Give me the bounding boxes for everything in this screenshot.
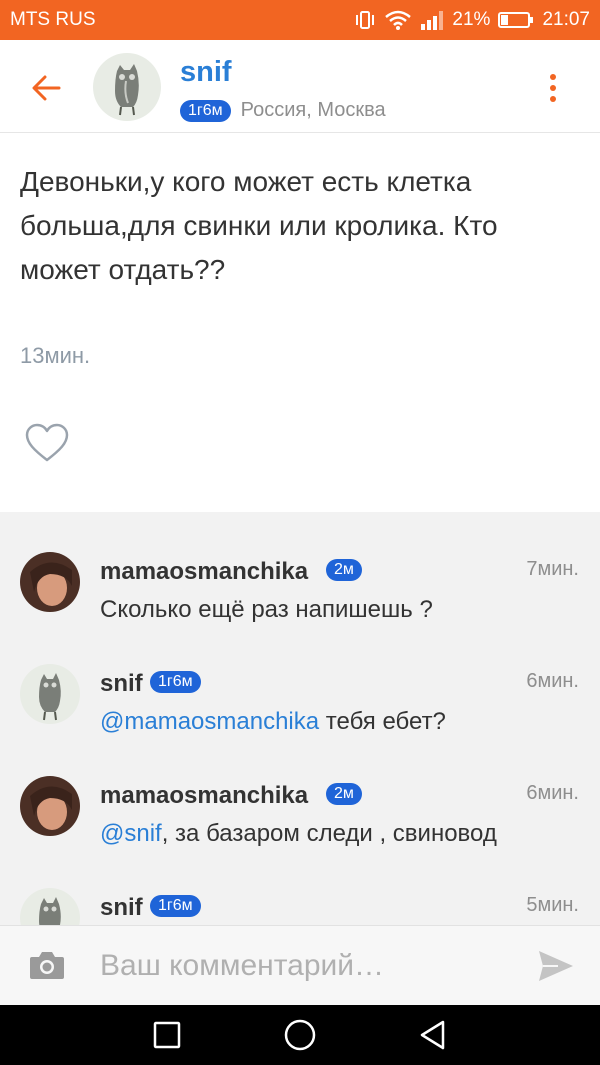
commenter-badge: 2м [326, 783, 362, 805]
owl-icon [39, 673, 61, 721]
carrier-label: MTS RUS [10, 9, 96, 30]
comment-time: 5мин. [526, 894, 579, 916]
author-location: Россия, Москва [240, 99, 386, 121]
comment-body: , за базаром следи , свиновод [161, 820, 497, 847]
recent-apps-button[interactable] [150, 1018, 184, 1052]
author-avatar[interactable] [93, 53, 161, 121]
post-header: snif 1г6м Россия, Москва [0, 40, 600, 133]
author-meta: 1г6м Россия, Москва [180, 99, 386, 122]
post-time: 13мин. [20, 343, 91, 368]
camera-button[interactable] [28, 948, 66, 982]
battery-percent: 21% [452, 9, 491, 30]
comment-mention[interactable]: @snif [100, 820, 162, 847]
circle-icon [284, 1019, 316, 1051]
comment-body: Сколько ещё раз напишешь ? [100, 596, 433, 623]
commenter-badge: 1г6м [150, 671, 201, 693]
square-icon [153, 1021, 181, 1049]
system-nav-bar [0, 1005, 600, 1065]
comment-text: @mamaosmanchika тебя ебет? [100, 708, 446, 736]
commenter-name[interactable]: mamaosmanchika [100, 782, 308, 810]
comment-item: mamaosmanchika 2м 6мин. @snif, за базаро… [0, 776, 600, 876]
like-button[interactable] [24, 422, 70, 464]
battery-icon [498, 11, 534, 29]
back-nav-button[interactable] [416, 1018, 450, 1052]
commenter-avatar[interactable] [20, 552, 80, 612]
post-text: Девоньки,у кого может есть клетка больша… [20, 166, 498, 285]
commenter-badge: 1г6м [150, 895, 201, 917]
comment-input[interactable] [100, 944, 510, 988]
owl-icon [115, 64, 139, 116]
commenter-name[interactable]: snif [100, 670, 143, 698]
camera-icon [30, 952, 64, 979]
send-button[interactable] [536, 948, 576, 984]
comment-item: mamaosmanchika 2м 7мин. Сколько ещё раз … [0, 552, 600, 652]
triangle-back-icon [420, 1020, 445, 1050]
back-button[interactable] [28, 70, 64, 106]
user-photo-icon [20, 552, 80, 612]
status-icons: 21% 21:07 [354, 8, 590, 32]
comment-text: @snif, за базаром следи , свиновод [100, 820, 497, 848]
commenter-name[interactable]: snif [100, 894, 143, 922]
user-photo-icon [20, 776, 80, 836]
comments-list: mamaosmanchika 2м 7мин. Сколько ещё раз … [0, 512, 600, 925]
commenter-avatar[interactable] [20, 776, 80, 836]
comment-item: snif 1г6м 6мин. @mamaosmanchika тебя ебе… [0, 664, 600, 764]
commenter-avatar[interactable] [20, 888, 80, 925]
home-button[interactable] [283, 1018, 317, 1052]
comment-body: тебя ебет? [319, 708, 446, 735]
comment-time: 6мин. [526, 782, 579, 804]
status-bar: MTS RUS 21% 21:07 [0, 0, 600, 40]
commenter-name[interactable]: mamaosmanchika [100, 558, 308, 586]
comment-time: 6мин. [526, 670, 579, 692]
send-icon [539, 951, 573, 981]
owl-icon [39, 897, 61, 925]
author-badge: 1г6м [180, 99, 231, 122]
author-name[interactable]: snif [180, 56, 232, 89]
comment-text: Сколько ещё раз напишешь ? [100, 596, 433, 624]
comment-time: 7мин. [526, 558, 579, 580]
commenter-avatar[interactable] [20, 664, 80, 724]
clock: 21:07 [542, 9, 590, 30]
commenter-badge: 2м [326, 559, 362, 581]
wifi-icon [384, 10, 412, 30]
more-menu-button[interactable] [540, 70, 566, 106]
heart-outline-icon [25, 423, 69, 462]
comment-item: snif 1г6м 5мин. [0, 888, 600, 925]
comment-mention[interactable]: @mamaosmanchika [100, 708, 319, 735]
arrow-left-icon [32, 75, 61, 101]
more-vertical-icon [550, 74, 556, 80]
comment-input-bar [0, 925, 600, 1005]
signal-icon [420, 10, 444, 30]
vibrate-icon [354, 10, 376, 30]
